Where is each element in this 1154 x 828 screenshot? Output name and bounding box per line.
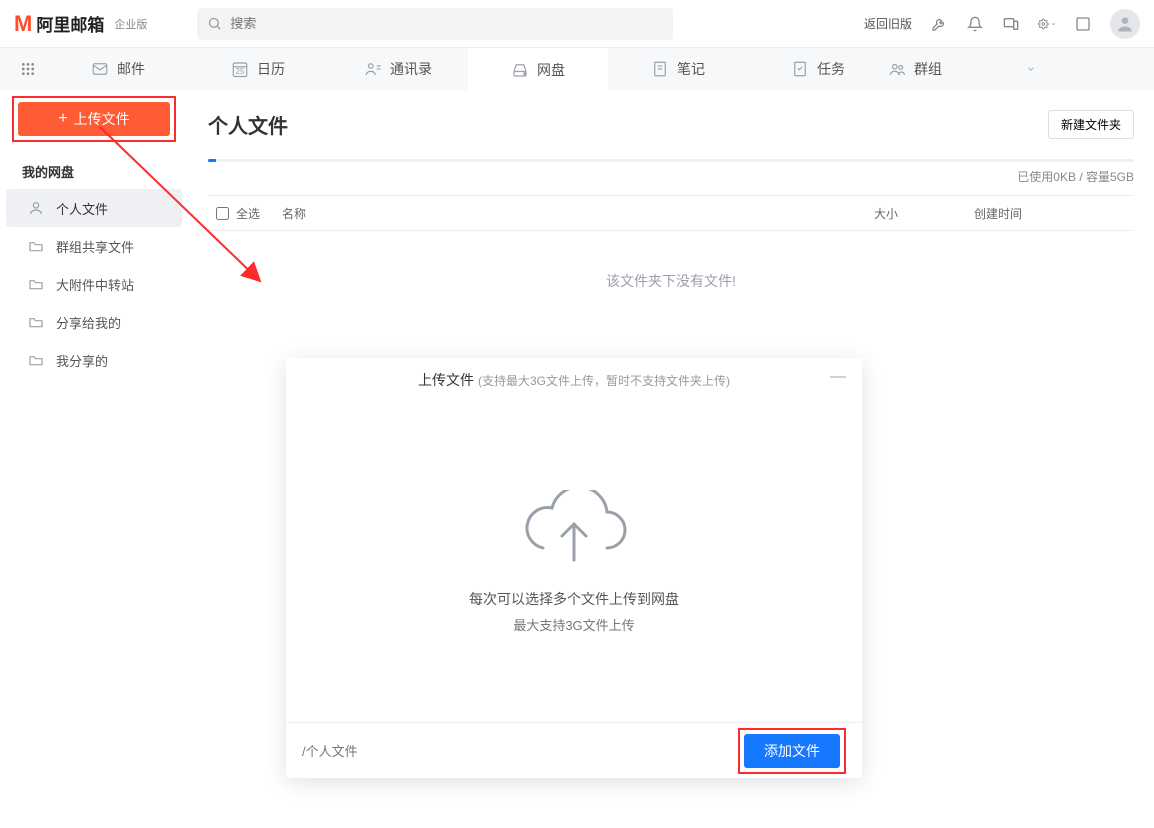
search-input-wrap[interactable]	[197, 8, 673, 40]
upload-btn-label: 上传文件	[74, 109, 130, 129]
sidebar-item-personal-files[interactable]: 个人文件	[6, 189, 182, 227]
column-created-time[interactable]: 创建时间	[974, 205, 1134, 222]
empty-folder-text: 该文件夹下没有文件!	[208, 231, 1134, 291]
new-folder-button[interactable]: 新建文件夹	[1048, 110, 1134, 139]
column-name[interactable]: 名称	[282, 205, 874, 222]
modal-subtitle: (支持最大3G文件上传，暂时不支持文件夹上传)	[478, 372, 730, 389]
expand-icon[interactable]	[1074, 15, 1092, 33]
tab-label: 邮件	[117, 59, 145, 79]
modal-hint-line2: 最大支持3G文件上传	[513, 615, 634, 634]
quota-bar-fill	[208, 159, 216, 162]
folder-out-icon	[28, 352, 44, 368]
quota-text: 已使用0KB / 容量5GB	[208, 168, 1134, 185]
tab-groups[interactable]: 群组	[888, 48, 1048, 90]
disk-icon	[511, 61, 529, 79]
user-icon	[28, 200, 44, 216]
sidebar-item-label: 我分享的	[56, 351, 108, 370]
plus-icon: +	[58, 112, 67, 126]
tab-label: 群组	[914, 59, 942, 79]
quota-bar	[208, 159, 1134, 162]
select-all-checkbox[interactable]	[216, 207, 229, 220]
tab-tasks[interactable]: 任务	[748, 48, 888, 90]
modal-header: 上传文件 (支持最大3G文件上传，暂时不支持文件夹上传) —	[286, 358, 862, 402]
wrench-icon[interactable]	[930, 15, 948, 33]
folder-transfer-icon	[28, 276, 44, 292]
app-header: M 阿里邮箱 企业版 返回旧版	[0, 0, 1154, 48]
tab-label: 笔记	[677, 59, 705, 79]
tab-calendar[interactable]: 25 日历	[188, 48, 328, 90]
calendar-icon: 25	[231, 60, 249, 78]
sidebar: + 上传文件 我的网盘 个人文件 群组共享文件 大附件中转站 分享给我的 我分享…	[0, 90, 188, 828]
sidebar-item-label: 群组共享文件	[56, 237, 134, 256]
sidebar-item-label: 分享给我的	[56, 313, 121, 332]
tab-notes[interactable]: 笔记	[608, 48, 748, 90]
modal-title: 上传文件	[418, 370, 474, 390]
sidebar-item-i-shared[interactable]: 我分享的	[6, 341, 182, 379]
tab-contacts[interactable]: 通讯录	[328, 48, 468, 90]
tab-label: 日历	[257, 59, 285, 79]
search-input[interactable]	[230, 16, 663, 31]
page-title: 个人文件	[208, 110, 288, 139]
sidebar-item-shared-to-me[interactable]: 分享给我的	[6, 303, 182, 341]
sidebar-item-label: 个人文件	[56, 199, 108, 218]
user-avatar[interactable]	[1110, 9, 1140, 39]
sidebar-item-large-attachment[interactable]: 大附件中转站	[6, 265, 182, 303]
header-actions: 返回旧版	[864, 9, 1140, 39]
upload-target-path: /个人文件	[302, 741, 358, 760]
add-file-button[interactable]: 添加文件	[744, 734, 840, 768]
contacts-icon	[364, 60, 382, 78]
modal-footer: /个人文件 添加文件	[286, 722, 862, 778]
notes-icon	[651, 60, 669, 78]
gear-icon[interactable]	[1038, 15, 1056, 33]
logo-mark: M	[14, 11, 32, 37]
search-icon	[207, 16, 222, 31]
upload-file-button[interactable]: + 上传文件	[18, 102, 170, 136]
tasks-icon	[791, 60, 809, 78]
devices-icon[interactable]	[1002, 15, 1020, 33]
cloud-upload-icon	[519, 490, 629, 571]
bell-icon[interactable]	[966, 15, 984, 33]
group-icon	[888, 60, 906, 78]
mail-icon	[91, 60, 109, 78]
brand-name: 阿里邮箱	[36, 11, 104, 36]
tab-mail[interactable]: 邮件	[48, 48, 188, 90]
column-size[interactable]: 大小	[874, 205, 974, 222]
tab-label: 任务	[817, 59, 845, 79]
back-old-version-link[interactable]: 返回旧版	[864, 15, 912, 32]
folder-share-icon	[28, 238, 44, 254]
sidebar-section-title: 我的网盘	[0, 148, 188, 189]
annotation-highlight-upload: + 上传文件	[12, 96, 176, 142]
sidebar-item-label: 大附件中转站	[56, 275, 134, 294]
annotation-highlight-addfile: 添加文件	[738, 728, 846, 774]
brand-edition: 企业版	[114, 16, 147, 32]
nav-tabs: 邮件 25 日历 通讯录 网盘 笔记 任务 群组	[0, 48, 1154, 90]
tab-label: 网盘	[537, 60, 565, 80]
modal-body[interactable]: 每次可以选择多个文件上传到网盘 最大支持3G文件上传	[286, 402, 862, 722]
column-select-all[interactable]: 全选	[236, 205, 282, 222]
file-table-header: 全选 名称 大小 创建时间	[208, 195, 1134, 231]
brand-logo: M 阿里邮箱 企业版	[14, 11, 147, 37]
storage-quota: 已使用0KB / 容量5GB	[208, 159, 1134, 185]
tab-label: 通讯录	[390, 59, 432, 79]
folder-in-icon	[28, 314, 44, 330]
upload-modal: 上传文件 (支持最大3G文件上传，暂时不支持文件夹上传) — 每次可以选择多个文…	[286, 358, 862, 778]
modal-hint-line1: 每次可以选择多个文件上传到网盘	[469, 589, 679, 609]
tab-disk[interactable]: 网盘	[468, 48, 608, 90]
chevron-down-icon[interactable]	[1026, 61, 1036, 77]
minimize-icon[interactable]: —	[830, 372, 846, 382]
sidebar-item-group-share[interactable]: 群组共享文件	[6, 227, 182, 265]
apps-grid-icon[interactable]	[8, 48, 48, 90]
